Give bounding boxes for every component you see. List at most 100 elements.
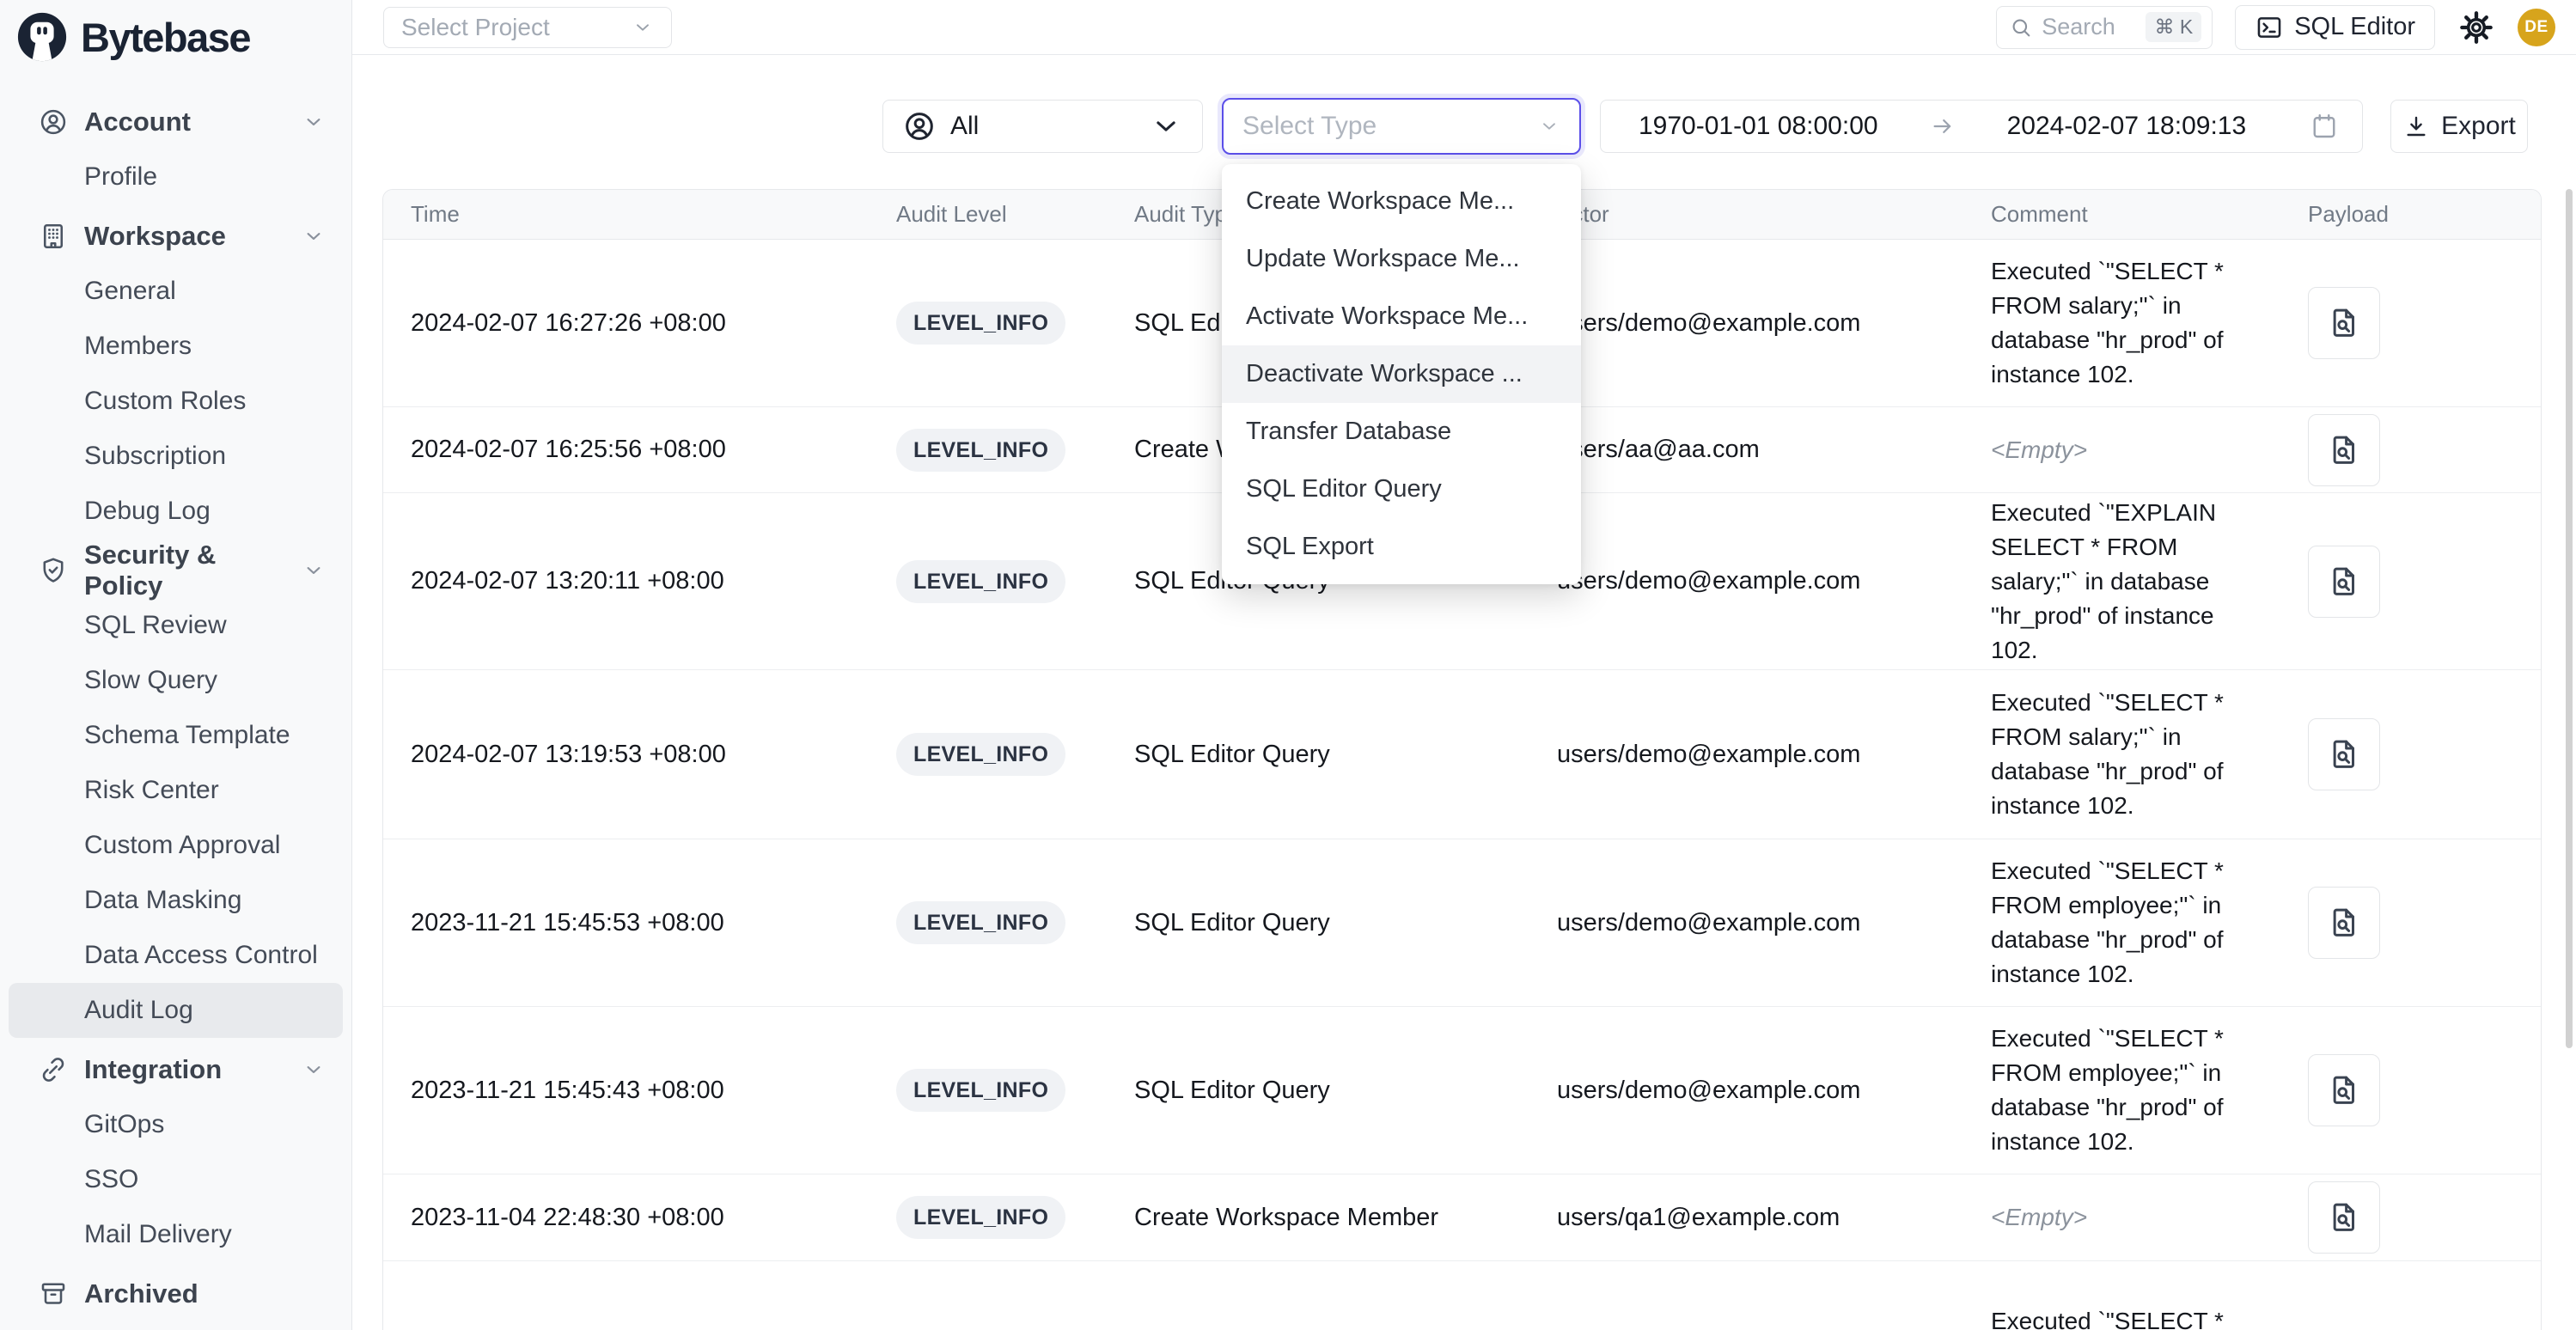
sidebar-nav: Account Profile Workspace — [0, 95, 351, 1321]
row-actor: users/demo@example.com — [1529, 909, 1963, 937]
sidebar-item-debug-log[interactable]: Debug Log — [0, 484, 351, 539]
chevron-down-icon — [302, 1058, 326, 1082]
column-header-actor: Actor — [1529, 201, 1963, 228]
actor-filter-select[interactable]: All — [882, 100, 1203, 153]
chevron-down-icon — [1538, 115, 1560, 137]
file-search-icon — [2326, 736, 2362, 772]
shield-check-icon — [38, 555, 69, 586]
sidebar-item-sso[interactable]: SSO — [0, 1152, 351, 1207]
sidebar-item-mail-delivery[interactable]: Mail Delivery — [0, 1207, 351, 1262]
row-audit-type: SQL Editor Query — [1107, 741, 1529, 769]
topbar: Select Project ⌘ K SQL Editor — [352, 0, 2576, 55]
chevron-down-icon — [302, 110, 326, 134]
download-icon — [2402, 113, 2430, 140]
topbar-actions: ⌘ K SQL Editor DE — [1996, 5, 2555, 50]
app-root: Bytebase Account Profile Wo — [0, 0, 2576, 1330]
row-actor: users/demo@example.com — [1529, 1077, 1963, 1105]
row-comment: Executed `"SELECT * FROM salary;"` in da… — [1963, 686, 2280, 823]
type-option-create-workspace-me[interactable]: Create Workspace Me... — [1222, 173, 1581, 230]
chevron-down-icon — [302, 558, 326, 583]
sidebar-item-profile[interactable]: Profile — [0, 149, 351, 204]
sidebar-item-custom-approval[interactable]: Custom Approval — [0, 818, 351, 873]
filter-row: All Select Type 1970-01-01 08:00:00 2024… — [352, 55, 2576, 155]
row-time: 2024-02-07 16:27:26 +08:00 — [383, 309, 869, 338]
sql-editor-button[interactable]: SQL Editor — [2235, 5, 2435, 50]
row-time: 2023-11-21 15:45:43 +08:00 — [383, 1077, 869, 1105]
search-input[interactable] — [2042, 14, 2127, 40]
row-audit-type: SQL Editor Query — [1107, 909, 1529, 937]
bytebase-logo[interactable]: Bytebase — [0, 0, 351, 65]
row-time: 2024-02-07 13:19:53 +08:00 — [383, 741, 869, 769]
type-filter-select[interactable]: Select Type — [1222, 98, 1581, 155]
row-audit-type: SQL Editor Query — [1107, 1077, 1529, 1105]
column-header-payload: Payload — [2280, 201, 2541, 228]
type-option-activate-workspace-me[interactable]: Activate Workspace Me... — [1222, 288, 1581, 345]
date-range-picker[interactable]: 1970-01-01 08:00:00 2024-02-07 18:09:13 — [1600, 100, 2363, 153]
calendar-icon — [2309, 111, 2340, 142]
avatar[interactable]: DE — [2518, 9, 2555, 46]
sidebar-item-risk-center[interactable]: Risk Center — [0, 763, 351, 818]
file-search-icon — [2326, 564, 2362, 600]
sidebar-item-general[interactable]: General — [0, 264, 351, 319]
row-comment: Executed `"SELECT * FROM department;"` i… — [1963, 1304, 2280, 1330]
search-shortcut-badge: ⌘ K — [2146, 12, 2201, 42]
file-search-icon — [2326, 1199, 2362, 1235]
sidebar-item-account[interactable]: Account — [0, 95, 351, 149]
type-option-sql-editor-query[interactable]: SQL Editor Query — [1222, 461, 1581, 518]
sidebar-item-custom-roles[interactable]: Custom Roles — [0, 374, 351, 429]
user-circle-icon — [38, 107, 69, 137]
row-time: 2023-11-04 22:48:30 +08:00 — [383, 1204, 869, 1232]
sidebar-item-schema-template[interactable]: Schema Template — [0, 708, 351, 763]
payload-view-button[interactable] — [2308, 1181, 2380, 1254]
audit-level-badge: LEVEL_INFO — [896, 560, 1065, 603]
search-icon — [2009, 15, 2033, 40]
payload-view-button[interactable] — [2308, 1054, 2380, 1126]
type-option-sql-export[interactable]: SQL Export — [1222, 518, 1581, 576]
sidebar-item-slow-query[interactable]: Slow Query — [0, 653, 351, 708]
chevron-down-icon — [1149, 109, 1183, 143]
row-actor: users/demo@example.com — [1529, 567, 1963, 595]
table-row: 2023-11-21 15:45:43 +08:00 LEVEL_INFO SQ… — [383, 1007, 2541, 1174]
type-option-deactivate-workspace[interactable]: Deactivate Workspace ... — [1222, 345, 1581, 403]
date-from-value[interactable]: 1970-01-01 08:00:00 — [1639, 112, 1878, 141]
file-search-icon — [2326, 432, 2362, 468]
payload-view-button[interactable] — [2308, 718, 2380, 790]
terminal-icon — [2255, 13, 2284, 42]
type-filter-menu: Create Workspace Me...Update Workspace M… — [1222, 164, 1581, 584]
sidebar-item-sql-review[interactable]: SQL Review — [0, 598, 351, 653]
sidebar-item-gitops[interactable]: GitOps — [0, 1097, 351, 1152]
sidebar-item-members[interactable]: Members — [0, 319, 351, 374]
sidebar-item-security-policy[interactable]: Security & Policy — [0, 543, 351, 598]
chevron-down-icon — [302, 224, 326, 248]
sidebar-item-workspace[interactable]: Workspace — [0, 209, 351, 264]
scrollbar-thumb[interactable] — [2566, 189, 2573, 1048]
payload-view-button[interactable] — [2308, 546, 2380, 618]
payload-view-button[interactable] — [2308, 287, 2380, 359]
sidebar-item-data-masking[interactable]: Data Masking — [0, 873, 351, 928]
type-option-transfer-database[interactable]: Transfer Database — [1222, 403, 1581, 461]
audit-level-badge: LEVEL_INFO — [896, 1196, 1065, 1239]
sidebar-item-archived[interactable]: Archived — [0, 1266, 351, 1321]
date-to-value[interactable]: 2024-02-07 18:09:13 — [2007, 112, 2247, 141]
payload-view-button[interactable] — [2308, 887, 2380, 959]
row-comment: Executed `"SELECT * FROM employee;"` in … — [1963, 1022, 2280, 1159]
sidebar-item-data-access-control[interactable]: Data Access Control — [0, 928, 351, 983]
audit-level-badge: LEVEL_INFO — [896, 733, 1065, 776]
table-row: 2023-11-04 22:48:30 +08:00 LEVEL_INFO Cr… — [383, 1174, 2541, 1261]
search-box[interactable]: ⌘ K — [1996, 6, 2213, 49]
payload-view-button[interactable] — [2308, 414, 2380, 486]
archive-icon — [38, 1278, 69, 1309]
settings-button[interactable] — [2457, 9, 2495, 46]
sidebar-item-audit-log[interactable]: Audit Log — [9, 983, 343, 1038]
sidebar-item-integration[interactable]: Integration — [0, 1042, 351, 1097]
audit-level-badge: LEVEL_INFO — [896, 1069, 1065, 1112]
row-comment: Executed `"EXPLAIN SELECT * FROM salary;… — [1963, 496, 2280, 668]
export-button[interactable]: Export — [2390, 100, 2528, 153]
column-header-time: Time — [383, 201, 869, 228]
file-search-icon — [2326, 305, 2362, 341]
row-audit-type: Create Workspace Member — [1107, 1204, 1529, 1232]
project-select[interactable]: Select Project — [383, 7, 672, 48]
type-option-update-workspace-me[interactable]: Update Workspace Me... — [1222, 230, 1581, 288]
sidebar-item-subscription[interactable]: Subscription — [0, 429, 351, 484]
gear-icon — [2459, 10, 2494, 45]
